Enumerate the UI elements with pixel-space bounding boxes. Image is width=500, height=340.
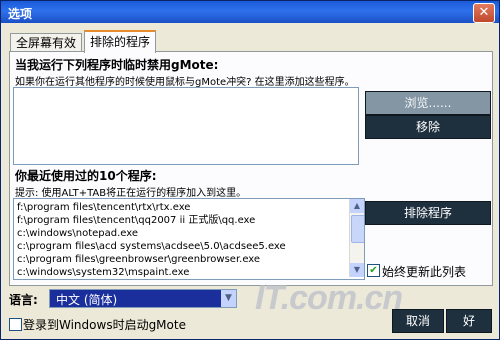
language-label: 语言:: [9, 293, 38, 307]
cancel-button[interactable]: 取消: [392, 309, 444, 333]
startup-checkbox[interactable]: [9, 318, 22, 331]
chevron-down-icon[interactable]: ▼: [221, 290, 236, 307]
list-item[interactable]: c:\windows\notepad.exe: [17, 227, 347, 240]
list-item[interactable]: c:\program files\acd systems\acdsee\5.0\…: [17, 240, 347, 253]
window-title: 选项: [8, 7, 33, 21]
startup-label: 登录到Windows时启动gMote: [23, 318, 186, 332]
ok-button[interactable]: 好: [446, 309, 492, 333]
close-icon[interactable]: ✕: [473, 3, 495, 23]
remove-button[interactable]: 移除: [365, 115, 491, 139]
list-item[interactable]: f:\program files\tencent\qq2007 ii 正式版\q…: [17, 214, 347, 227]
excluded-programs-list[interactable]: [13, 87, 359, 165]
list-item[interactable]: c:\program files\greenbrowser\greenbrows…: [17, 253, 347, 266]
scroll-thumb[interactable]: [351, 215, 364, 243]
recent-programs-list[interactable]: f:\program files\tencent\rtx\rtx.exe f:\…: [13, 198, 365, 280]
scrollbar[interactable]: ▲ ▼: [349, 199, 364, 277]
exclusions-hint: 如果你在运行其他程序的时候使用鼠标与gMote冲突? 在这里添加这些程序。: [15, 77, 355, 88]
scroll-up-icon[interactable]: ▲: [350, 199, 364, 213]
language-select[interactable]: 中文 (简体) ▼: [49, 289, 237, 308]
browse-button[interactable]: 浏览......: [365, 91, 491, 115]
scroll-down-icon[interactable]: ▼: [350, 263, 364, 277]
exclusions-heading: 当我运行下列程序时临时禁用gMote:: [15, 58, 219, 72]
always-update-label: 始终更新此列表: [382, 265, 467, 279]
recent-programs-heading: 你最近使用过的10个程序:: [15, 169, 157, 183]
title-bar[interactable]: 选项 ✕: [1, 1, 499, 23]
language-value: 中文 (简体): [56, 293, 118, 307]
list-item[interactable]: f:\program files\tencent\rtx\rtx.exe: [17, 201, 347, 214]
recent-programs-hint: 提示: 使用ALT+TAB将正在运行的程序加入到这里。: [15, 188, 247, 199]
tab-fullscreen[interactable]: 全屏幕有效: [10, 33, 83, 52]
always-update-checkbox[interactable]: ✔: [367, 264, 380, 277]
list-item[interactable]: c:\windows\system32\mspaint.exe: [17, 266, 347, 279]
watermark-logo: IT.com.cn: [255, 279, 403, 317]
options-dialog: 选项 ✕ 全屏幕有效 排除的程序 当我运行下列程序时临时禁用gMote: 如果你…: [0, 0, 500, 340]
tab-excluded-programs[interactable]: 排除的程序: [84, 30, 157, 53]
exclude-program-button[interactable]: 排除程序: [365, 201, 491, 225]
